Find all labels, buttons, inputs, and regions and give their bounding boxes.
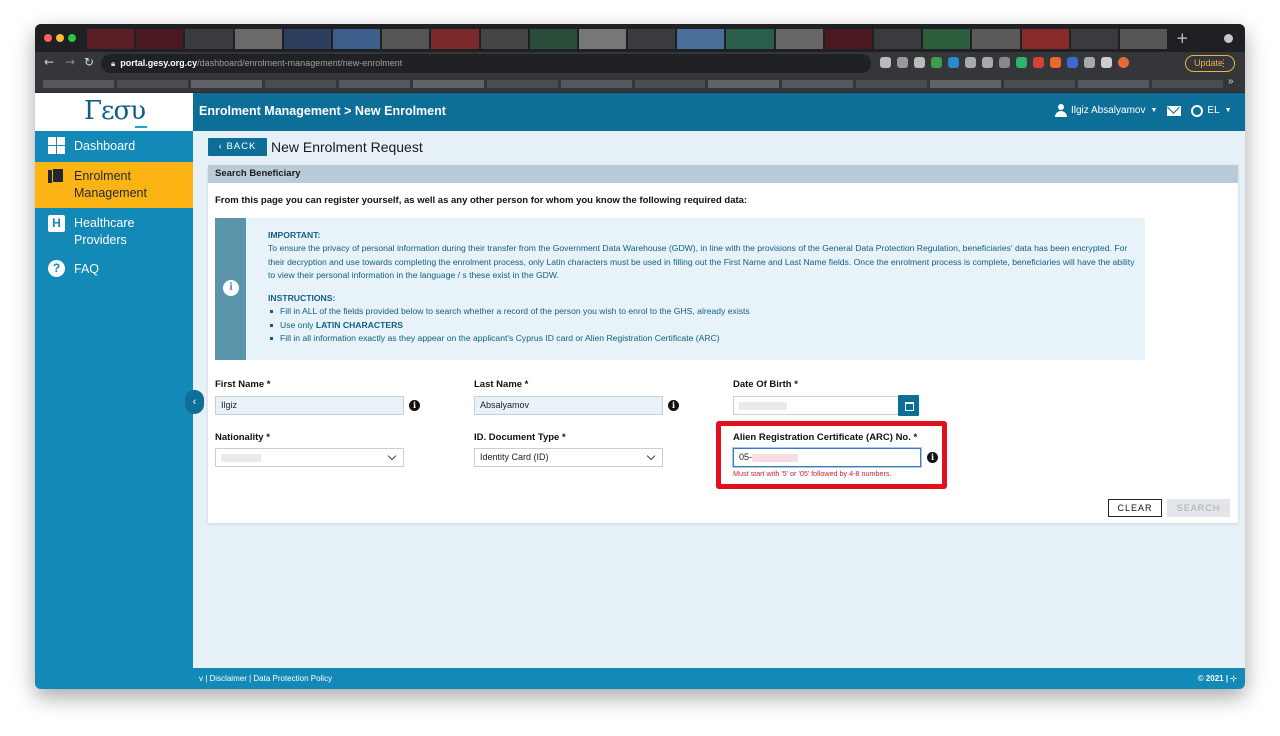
first-name-input[interactable]: Ilgiz	[215, 396, 404, 415]
arc-label: Alien Registration Certificate (ARC) No.…	[733, 432, 918, 443]
last-name-input[interactable]: Absalyamov	[474, 396, 663, 415]
doc-type-select[interactable]: Identity Card (ID)	[474, 448, 663, 467]
forward-arrow-icon[interactable]: →	[65, 55, 75, 69]
sidebar: Dashboard Enrolment Management H Healthc…	[35, 131, 193, 689]
important-heading: IMPORTANT:	[268, 230, 321, 240]
browser-toolbar: ← → ↻ 🔒︎ portal.gesy.org.cy/dashboard/enr…	[35, 52, 1245, 75]
update-browser-button[interactable]: Update ⋮	[1185, 55, 1235, 72]
calendar-icon[interactable]	[898, 395, 919, 416]
footer: v | Disclaimer | Data Protection Policy …	[193, 668, 1245, 689]
last-name-info-icon[interactable]: i	[668, 400, 679, 411]
tab-search-icon[interactable]	[1224, 34, 1233, 43]
top-header: Enrolment Management > New Enrolment Ilg…	[193, 93, 1245, 131]
bookmarks-more-icon[interactable]: »	[1228, 76, 1234, 87]
search-beneficiary-card: Search Beneficiary From this page you ca…	[208, 165, 1238, 523]
caret-down-icon: ▼	[1224, 107, 1232, 114]
sidebar-item-healthcare-providers[interactable]: H Healthcare Providers	[35, 214, 193, 250]
maximize-window-button[interactable]	[68, 34, 76, 42]
sidebar-item-label: Healthcare Providers	[74, 216, 135, 247]
back-button[interactable]: ‹ BACK	[208, 138, 267, 156]
list-item: Fill in all information exactly as they …	[268, 332, 1138, 345]
card-header: Search Beneficiary	[208, 165, 1238, 183]
dob-input[interactable]	[733, 396, 899, 415]
nationality-label: Nationality *	[215, 432, 270, 443]
instructions-heading: INSTRUCTIONS:	[268, 293, 336, 304]
footer-links[interactable]: v | Disclaimer | Data Protection Policy	[199, 668, 332, 689]
doc-type-label: ID. Document Type *	[474, 432, 566, 443]
gesy-logo: Γεσυ	[84, 96, 146, 126]
clear-button[interactable]: CLEAR	[1108, 499, 1162, 517]
arc-info-icon[interactable]: i	[927, 452, 938, 463]
last-name-label: Last Name *	[474, 379, 529, 390]
hospital-icon: H	[48, 215, 65, 232]
caret-down-icon: ▼	[1150, 107, 1158, 114]
reload-icon[interactable]: ↻	[84, 55, 94, 69]
important-text: To ensure the privacy of personal inform…	[268, 243, 1135, 280]
web-page: Γεσυ Enrolment Management > New Enrolmen…	[35, 93, 1245, 689]
extension-icons[interactable]	[880, 57, 1129, 68]
chevron-down-icon	[387, 451, 397, 461]
chevron-down-icon	[646, 451, 656, 461]
info-icon: i	[223, 280, 239, 296]
bookmark-items[interactable]	[43, 80, 1223, 88]
breadcrumb: Enrolment Management > New Enrolment	[199, 104, 446, 118]
minimize-window-button[interactable]	[56, 34, 64, 42]
arc-error-message: Must start with '5' or '05' followed by …	[733, 469, 892, 478]
language-selector[interactable]: EL	[1207, 105, 1219, 116]
logo-area[interactable]: Γεσυ	[35, 93, 193, 131]
important-info-box: i IMPORTANT: To ensure the privacy of pe…	[215, 218, 1145, 360]
page-title: New Enrolment Request	[271, 139, 423, 155]
nationality-select[interactable]	[215, 448, 404, 467]
user-menu[interactable]: Ilgiz Absalyamov ▼ EL ▼	[1055, 104, 1232, 117]
bookmarks-bar: »	[35, 75, 1245, 93]
mail-icon[interactable]	[1167, 105, 1182, 116]
globe-icon[interactable]	[1191, 104, 1204, 117]
search-button[interactable]: SEARCH	[1167, 499, 1230, 517]
browser-tab-bar: +	[35, 24, 1245, 52]
dob-label: Date Of Birth *	[733, 379, 798, 390]
sidebar-item-faq[interactable]: ? FAQ	[35, 259, 193, 279]
first-name-label: First Name *	[215, 379, 271, 390]
info-strip: i	[215, 218, 246, 360]
sidebar-item-dashboard[interactable]: Dashboard	[35, 136, 193, 156]
copyright: © 2021 | ⊹	[1197, 674, 1237, 683]
browser-tabs[interactable]	[87, 29, 1167, 49]
sidebar-item-label: FAQ	[74, 262, 100, 276]
list-item: Fill in ALL of the fields provided below…	[268, 305, 1138, 318]
more-options-icon[interactable]: ⋮	[1219, 56, 1228, 71]
arc-number-input[interactable]: 05-	[733, 448, 921, 467]
documents-icon	[48, 168, 65, 185]
user-icon	[1055, 104, 1067, 117]
list-item: Use only LATIN CHARACTERS	[268, 319, 1138, 332]
intro-text: From this page you can register yourself…	[215, 195, 748, 206]
new-tab-button[interactable]: +	[1176, 29, 1189, 47]
info-content: IMPORTANT: To ensure the privacy of pers…	[268, 229, 1138, 345]
sidebar-item-enrolment-management[interactable]: Enrolment Management	[35, 162, 193, 208]
instructions-list: Fill in ALL of the fields provided below…	[268, 305, 1138, 345]
sidebar-item-label: Dashboard	[74, 139, 136, 153]
user-name: Ilgiz Absalyamov	[1071, 105, 1146, 116]
sitemap-icon[interactable]: ⊹	[1230, 674, 1237, 683]
sidebar-item-label: Enrolment Management	[74, 169, 147, 200]
close-window-button[interactable]	[44, 34, 52, 42]
first-name-info-icon[interactable]: i	[409, 400, 420, 411]
browser-window: + ← → ↻ 🔒︎ portal.gesy.org.cy/dashboard/e…	[35, 24, 1245, 689]
lock-icon: 🔒︎	[111, 59, 116, 68]
collapse-sidebar-button[interactable]: ‹	[185, 390, 204, 414]
address-bar[interactable]: 🔒︎ portal.gesy.org.cy/dashboard/enrolment…	[101, 54, 871, 73]
dashboard-icon	[48, 137, 65, 154]
question-icon: ?	[48, 260, 65, 277]
back-arrow-icon[interactable]: ←	[44, 55, 54, 69]
logo-accent	[135, 126, 147, 128]
